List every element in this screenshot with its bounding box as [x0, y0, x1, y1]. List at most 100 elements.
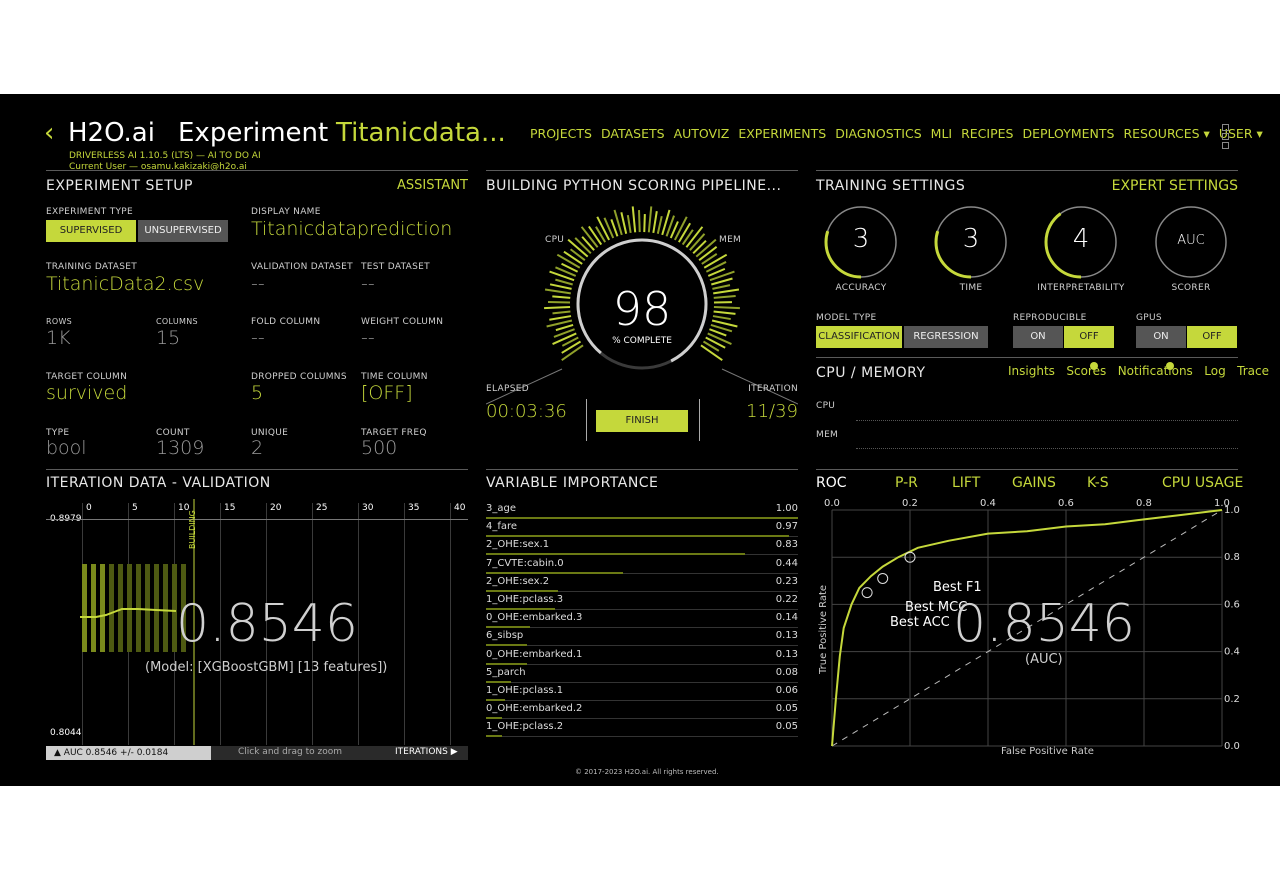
scores-link[interactable]: Scores: [1066, 364, 1106, 378]
unsupervised-button[interactable]: UNSUPERVISED: [138, 220, 228, 242]
training-dataset-value[interactable]: TitanicData2.csv: [46, 273, 204, 295]
auc-value: 0.8546: [953, 594, 1135, 654]
gpus-on-button[interactable]: ON: [1136, 326, 1186, 348]
regression-button[interactable]: REGRESSION: [904, 326, 988, 348]
nav-projects[interactable]: PROJECTS: [530, 126, 592, 141]
nav-mli[interactable]: MLI: [931, 126, 952, 141]
tab-pr[interactable]: P-R: [895, 475, 918, 491]
gauge-tick: [647, 206, 653, 233]
experiment-name: Titanicdata...: [336, 118, 506, 148]
trace-link[interactable]: Trace: [1237, 364, 1269, 378]
variable-importance-row[interactable]: 1_OHE:pclass.2 0.05: [486, 718, 798, 738]
gauge-cpu-label: CPU: [545, 235, 565, 245]
classification-button[interactable]: CLASSIFICATION: [816, 326, 902, 348]
variable-importance-row[interactable]: 2_OHE:sex.2 0.23: [486, 573, 798, 592]
variable-importance-value: 0.05: [775, 703, 798, 715]
variable-importance-row[interactable]: 5_parch 0.08: [486, 664, 798, 683]
variable-importance-row[interactable]: 2_OHE:sex.1 0.83: [486, 536, 798, 556]
target-column-value[interactable]: survived: [46, 382, 127, 404]
validation-dataset-value[interactable]: --: [251, 273, 265, 295]
variable-importance-title: VARIABLE IMPORTANCE: [486, 475, 659, 491]
gpus-off-button[interactable]: OFF: [1187, 326, 1237, 348]
nav-recipes[interactable]: RECIPES: [961, 126, 1013, 141]
divider: [486, 469, 798, 470]
gauge-tick: [712, 315, 731, 321]
display-name-value[interactable]: Titanicdataprediction: [251, 218, 452, 240]
gauge-tick: [707, 332, 732, 345]
time-column-value[interactable]: [OFF]: [361, 382, 413, 404]
variable-name: 1_OHE:pclass.2: [486, 721, 564, 733]
type-value: bool: [46, 437, 87, 459]
gauge-tick: [544, 288, 571, 295]
iterations-toggle[interactable]: ITERATIONS ▶: [395, 747, 458, 757]
nav-datasets[interactable]: DATASETS: [601, 126, 665, 141]
dropped-columns-value[interactable]: 5: [251, 382, 263, 404]
variable-importance-value: 0.13: [775, 648, 798, 660]
roc-threshold-marker: [877, 572, 889, 584]
weight-column-value[interactable]: --: [361, 327, 375, 349]
vertical-dots-icon[interactable]: [1222, 124, 1229, 149]
reproducible-off-button[interactable]: OFF: [1064, 326, 1114, 348]
variable-name: 0_OHE:embarked.2: [486, 703, 583, 715]
tab-lift[interactable]: LIFT: [952, 475, 980, 491]
roc-y-tick: 0.6: [1224, 599, 1240, 610]
variable-importance-row[interactable]: 7_CVTE:cabin.0 0.44: [486, 555, 798, 574]
tab-roc[interactable]: ROC: [816, 475, 847, 491]
model-description: (Model: [XGBoostGBM] [13 features]): [145, 660, 388, 675]
tab-cpuusage[interactable]: CPU USAGE: [1162, 475, 1243, 491]
nav-autoviz[interactable]: AUTOVIZ: [674, 126, 730, 141]
expert-settings-link[interactable]: EXPERT SETTINGS: [1112, 178, 1238, 194]
back-chevron-icon[interactable]: ‹: [44, 118, 54, 148]
reproducible-label: REPRODUCIBLE: [1013, 313, 1087, 323]
dial-value-accuracy: 3: [852, 224, 870, 254]
variable-name: 1_OHE:pclass.1: [486, 685, 564, 696]
target-freq-value: 500: [361, 437, 398, 459]
variable-name: 2_OHE:sex.1: [486, 539, 550, 551]
gpus-label: GPUS: [1136, 313, 1162, 323]
columns-value: 15: [156, 327, 181, 349]
fold-column-value[interactable]: --: [251, 327, 265, 349]
iteration-label: ITERATION: [748, 384, 798, 394]
pipeline-title: BUILDING PYTHON SCORING PIPELINE...: [486, 178, 782, 194]
nav-diagnostics[interactable]: DIAGNOSTICS: [835, 126, 921, 141]
variable-importance-row[interactable]: 4_fare 0.97: [486, 518, 798, 538]
logo[interactable]: H2O.ai: [68, 118, 155, 148]
variable-importance-row[interactable]: 0_OHE:embarked.2 0.05: [486, 700, 798, 720]
notifications-link[interactable]: Notifications: [1118, 364, 1193, 378]
variable-importance-row[interactable]: 0_OHE:embarked.3 0.14: [486, 609, 798, 629]
tab-ks[interactable]: K-S: [1087, 475, 1109, 491]
variable-importance-row[interactable]: 3_age 1.00: [486, 500, 798, 519]
mem-usage-label: MEM: [816, 430, 839, 440]
finish-button[interactable]: FINISH: [596, 410, 688, 432]
best-f1-label: Best F1: [933, 580, 982, 595]
gauge-tick: [713, 310, 736, 315]
unique-value: 2: [251, 437, 264, 459]
iteration-bar: [82, 564, 87, 652]
roc-x-tick: 0.8: [1136, 498, 1152, 509]
divider: [816, 469, 1238, 470]
variable-importance-row[interactable]: 1_OHE:pclass.3 0.22: [486, 591, 798, 610]
variable-importance-value: 0.22: [775, 594, 798, 605]
variable-importance-value: 1.00: [775, 503, 798, 514]
roc-y-tick: 1.0: [1224, 505, 1240, 516]
gauge-mem-label: MEM: [719, 235, 742, 245]
variable-importance-row[interactable]: 1_OHE:pclass.1 0.06: [486, 682, 798, 701]
nav-resources[interactable]: RESOURCES ▾: [1123, 126, 1209, 141]
roc-x-tick: 0.6: [1058, 498, 1074, 509]
gauge-tick: [596, 216, 611, 241]
variable-importance-row[interactable]: 6_sibsp 0.13: [486, 627, 798, 647]
reproducible-on-button[interactable]: ON: [1013, 326, 1063, 348]
tab-gains[interactable]: GAINS: [1012, 475, 1056, 491]
gauge-tick: [549, 283, 572, 290]
assistant-link[interactable]: ASSISTANT: [397, 178, 468, 193]
variable-importance-row[interactable]: 0_OHE:embarked.1 0.13: [486, 646, 798, 665]
gauge-tick: [626, 214, 632, 234]
divider: [486, 170, 798, 171]
supervised-button[interactable]: SUPERVISED: [46, 220, 136, 242]
nav-experiments[interactable]: EXPERIMENTS: [738, 126, 826, 141]
test-dataset-value[interactable]: --: [361, 273, 375, 295]
fold-column-label: FOLD COLUMN: [251, 317, 321, 327]
insights-link[interactable]: Insights: [1008, 364, 1055, 378]
log-link[interactable]: Log: [1204, 364, 1225, 378]
nav-deployments[interactable]: DEPLOYMENTS: [1022, 126, 1114, 141]
